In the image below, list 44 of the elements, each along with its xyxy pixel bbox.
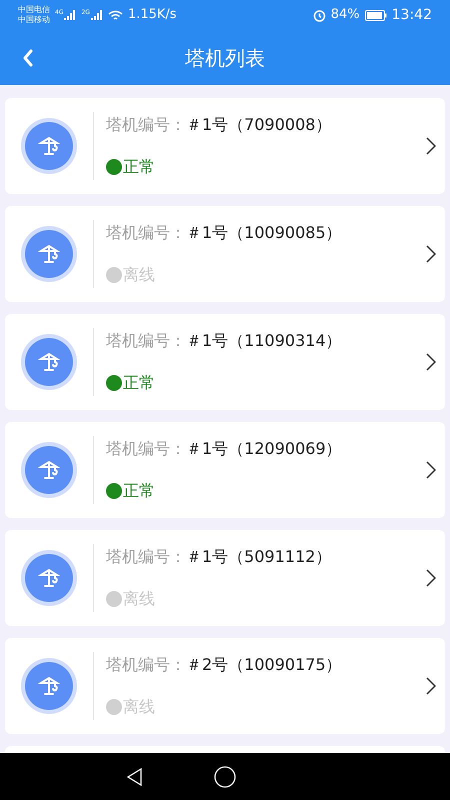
crane-icon [38,567,60,589]
crane-icon [38,459,60,481]
battery-icon [364,10,387,20]
clock-time: 13:42 [392,6,432,24]
chevron-right-icon [426,245,436,263]
alarm-icon [312,8,326,22]
back-icon[interactable] [126,768,144,786]
crane-card[interactable]: 塔机编号：＃1号（12090069） 正常 [5,422,445,518]
crane-number: ＃1号（12090069） [186,438,342,460]
page-title: 塔机列表 [185,44,265,72]
crane-number: ＃1号（11090314） [186,330,342,352]
back-icon [22,48,34,66]
crane-number: ＃1号（10090085） [186,222,342,244]
carrier-name: 中国电信 [18,5,50,15]
status-text: 正常 [123,156,155,178]
wifi-icon [108,10,123,20]
signal-icon [90,10,103,20]
field-label: 塔机编号： [106,114,186,136]
crane-icon [38,675,60,697]
crane-number: ＃2号（10090175） [186,654,342,676]
crane-icon [38,243,60,265]
crane-icon [38,135,60,157]
field-label: 塔机编号： [106,438,186,460]
crane-number: ＃1号（5091112） [186,546,332,568]
crane-card[interactable]: 塔机编号：＃1号（7090008） 正常 [5,98,445,194]
chevron-right-icon [426,569,436,587]
network-speed: 1.15K/s [128,6,177,24]
field-label: 塔机编号： [106,546,186,568]
chevron-right-icon [426,137,436,155]
crane-card[interactable]: 塔机编号：＃1号（11090314） 正常 [5,314,445,410]
battery-level: 84% [330,6,360,24]
crane-number: ＃1号（7090008） [186,114,332,136]
status-text: 正常 [123,372,155,394]
chevron-right-icon [426,461,436,479]
crane-icon [38,351,60,373]
field-label: 塔机编号： [106,330,186,352]
chevron-right-icon [426,677,436,695]
chevron-right-icon [426,353,436,371]
home-icon[interactable] [214,766,236,788]
status-text: 正常 [123,480,155,502]
field-label: 塔机编号： [106,654,186,676]
signal-icon [64,10,76,20]
field-label: 塔机编号： [106,222,186,244]
carrier-name: 中国移动 [18,15,50,25]
